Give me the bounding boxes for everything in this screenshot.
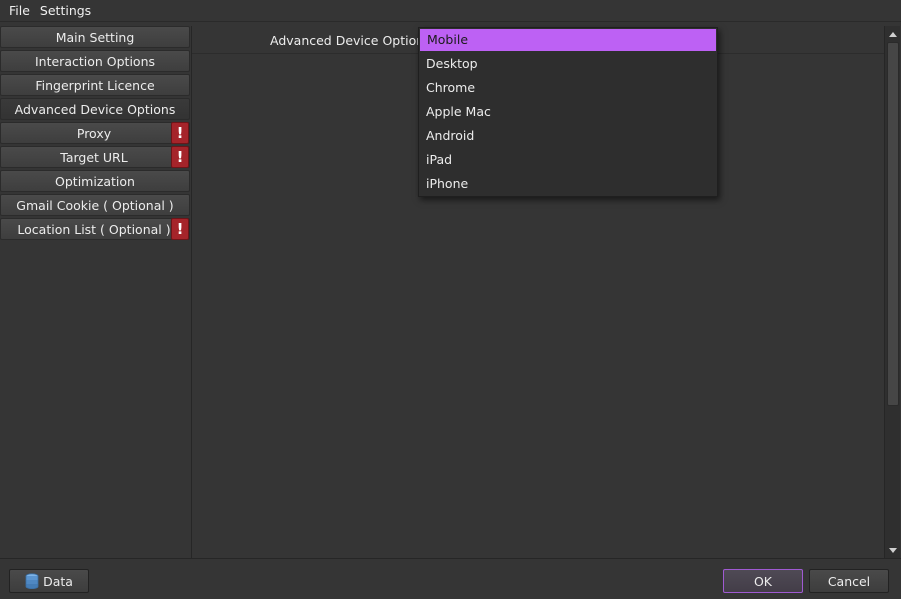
dropdown-option-apple-mac[interactable]: Apple Mac bbox=[419, 100, 717, 124]
exclamation-icon: ! bbox=[171, 122, 189, 144]
sidebar-item-label: Interaction Options bbox=[34, 53, 156, 69]
sidebar-item-label: Gmail Cookie ( Optional ) bbox=[16, 197, 174, 213]
sidebar-item-optimization[interactable]: Optimization bbox=[0, 170, 190, 192]
dropdown-option-android[interactable]: Android bbox=[419, 124, 717, 148]
sidebar-item-label: Fingerprint Licence bbox=[35, 77, 155, 93]
dropdown-option-ipad[interactable]: iPad bbox=[419, 148, 717, 172]
device-options-dropdown[interactable]: Mobile Desktop Chrome Apple Mac Android … bbox=[418, 27, 718, 197]
chevron-up-icon[interactable] bbox=[887, 28, 899, 40]
dropdown-option-mobile[interactable]: Mobile bbox=[420, 29, 716, 51]
data-button[interactable]: Data bbox=[9, 569, 89, 593]
cancel-button-label: Cancel bbox=[827, 573, 871, 589]
sidebar-item-label: Target URL bbox=[60, 149, 128, 165]
ok-button-label: OK bbox=[753, 573, 773, 589]
vertical-scrollbar[interactable] bbox=[884, 26, 900, 558]
cancel-button[interactable]: Cancel bbox=[809, 569, 889, 593]
sidebar: Main Setting Interaction Options Fingerp… bbox=[0, 26, 190, 242]
field-label-device-options: Advanced Device Options bbox=[270, 33, 431, 48]
sidebar-item-label: Advanced Device Options bbox=[14, 101, 176, 117]
sidebar-item-label: Main Setting bbox=[55, 29, 135, 45]
sidebar-item-location-list[interactable]: Location List ( Optional ) ! bbox=[0, 218, 190, 240]
bottom-bar: Data OK Cancel bbox=[0, 558, 901, 599]
sidebar-item-target-url[interactable]: Target URL ! bbox=[0, 146, 190, 168]
database-icon bbox=[25, 573, 39, 590]
sidebar-item-label: Optimization bbox=[55, 173, 135, 189]
dropdown-option-desktop[interactable]: Desktop bbox=[419, 52, 717, 76]
exclamation-icon: ! bbox=[171, 218, 189, 240]
sidebar-item-interaction-options[interactable]: Interaction Options bbox=[0, 50, 190, 72]
sidebar-item-label: Proxy bbox=[76, 125, 112, 141]
scrollbar-thumb[interactable] bbox=[887, 42, 899, 406]
data-button-label: Data bbox=[43, 573, 73, 589]
exclamation-icon: ! bbox=[171, 146, 189, 168]
sidebar-item-fingerprint-licence[interactable]: Fingerprint Licence bbox=[0, 74, 190, 96]
dropdown-option-chrome[interactable]: Chrome bbox=[419, 76, 717, 100]
sidebar-item-proxy[interactable]: Proxy ! bbox=[0, 122, 190, 144]
dropdown-option-iphone[interactable]: iPhone bbox=[419, 172, 717, 196]
sidebar-item-gmail-cookie[interactable]: Gmail Cookie ( Optional ) bbox=[0, 194, 190, 216]
menu-bar: File Settings bbox=[0, 0, 901, 22]
sidebar-item-main-setting[interactable]: Main Setting bbox=[0, 26, 190, 48]
sidebar-item-advanced-device-options[interactable]: Advanced Device Options bbox=[0, 98, 190, 120]
menu-settings[interactable]: Settings bbox=[35, 0, 96, 22]
ok-button[interactable]: OK bbox=[723, 569, 803, 593]
chevron-down-icon[interactable] bbox=[887, 544, 899, 556]
menu-file[interactable]: File bbox=[4, 0, 35, 22]
sidebar-item-label: Location List ( Optional ) bbox=[17, 221, 171, 237]
